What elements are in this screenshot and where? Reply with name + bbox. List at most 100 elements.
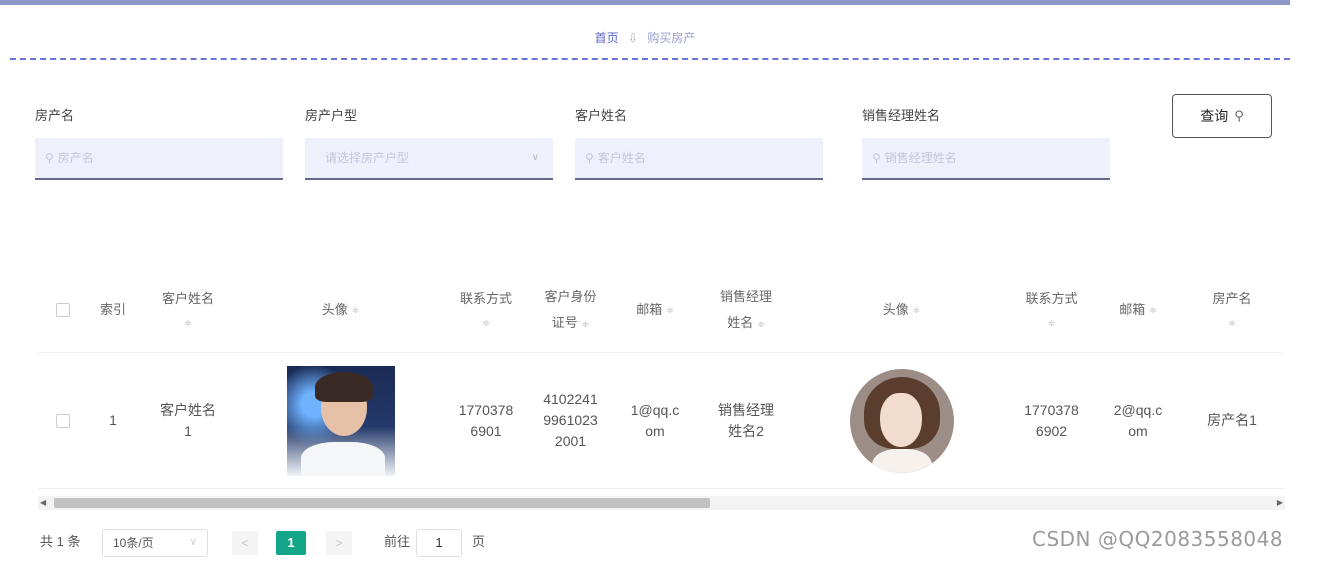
header-property-name[interactable]: 房产名 ≑ [1182, 267, 1282, 352]
select-all-checkbox[interactable] [56, 302, 70, 317]
search-field-manager: 销售经理姓名 ⚲ 销售经理姓名 [862, 104, 1110, 180]
search-icon: ⚲ [1234, 108, 1244, 123]
query-button-label: 查询 [1200, 108, 1229, 124]
sort-icon[interactable]: ≑ [582, 319, 590, 329]
column-manager-name: 销售经理 姓名 ≑ 销售经理 姓名2 [698, 267, 794, 488]
page-unit-label: 页 [472, 534, 486, 549]
header-index-label: 索引 [99, 301, 126, 317]
sort-icon[interactable]: ≑ [757, 319, 765, 329]
cell-customer-name-line1: 客户姓名 [160, 401, 216, 418]
header-email-2[interactable]: 邮箱 ≑ [1094, 267, 1182, 352]
search-field-house-type: 房产户型 请选择房产户型 ∨ [305, 104, 553, 180]
column-phone: 联系方式 ≑ 1770378 6901 [443, 267, 529, 488]
next-page-icon[interactable]: > [326, 531, 352, 555]
header-id-number[interactable]: 客户身份证号 ≑ [529, 267, 612, 352]
cell-phone-line1: 1770378 [458, 401, 514, 418]
cell-phone-2-line1: 1770378 [1024, 401, 1079, 418]
breadcrumb: 首页 ⇩ 购买房产 [0, 24, 1290, 52]
cell-property-name: 房产名1 [1207, 412, 1257, 428]
search-icon: ⚲ [585, 151, 594, 165]
customer-name-placeholder: 客户姓名 [597, 151, 646, 165]
cell-manager-line2: 姓名2 [728, 422, 764, 439]
breadcrumb-separator-icon: ⇩ [627, 31, 639, 45]
top-bar [0, 0, 1290, 5]
watermark: CSDN @QQ2083558048 [1032, 527, 1284, 551]
manager-avatar-image [849, 368, 954, 473]
column-id-number: 客户身份证号 ≑ 4102241 9961023 2001 [529, 267, 612, 488]
cell-email-line1: 1@qq.c [630, 401, 680, 418]
sort-icon[interactable]: ≑ [666, 299, 674, 321]
cell-id-line3: 2001 [554, 433, 587, 449]
header-phone[interactable]: 联系方式 ≑ [443, 267, 529, 352]
manager-name-label: 销售经理姓名 [862, 108, 941, 123]
header-avatar-label: 头像 [321, 301, 348, 317]
cell-email-line2: om [645, 422, 665, 439]
sort-icon[interactable]: ≑ [460, 312, 512, 334]
sort-icon[interactable]: ≑ [913, 299, 921, 321]
search-form: 房产名 ⚲ 房产名 房产户型 请选择房产户型 ∨ 客户姓名 ⚲ 客户姓名 销售经理姓… [35, 104, 1285, 184]
sort-icon[interactable]: ≑ [162, 312, 214, 334]
goto-label: 前往 [384, 534, 411, 549]
prev-page-icon[interactable]: < [232, 531, 258, 555]
search-field-property: 房产名 ⚲ 房产名 [35, 104, 283, 180]
row-checkbox[interactable] [56, 413, 70, 428]
sort-icon[interactable]: ≑ [1149, 299, 1157, 321]
horizontal-scrollbar[interactable]: ◀ ▶ [38, 496, 1285, 510]
cell-email-2-line2: om [1128, 422, 1148, 439]
cell-email-2-line1: 2@qq.c [1113, 401, 1163, 418]
breadcrumb-current: 购买房产 [647, 31, 696, 45]
query-button[interactable]: 查询 ⚲ [1172, 94, 1272, 138]
scrollbar-thumb[interactable] [54, 498, 710, 508]
column-email-2: 邮箱 ≑ 2@qq.c om [1094, 267, 1182, 488]
header-property-label: 房产名 [1212, 290, 1252, 306]
header-avatar-2[interactable]: 头像 ≑ [794, 267, 1009, 352]
cell-customer-name: 客户姓名 1 [138, 352, 238, 488]
header-customer-name-label: 客户姓名 [161, 290, 214, 306]
header-manager-line2: 姓名 [727, 314, 754, 330]
customer-name-input[interactable]: ⚲ 客户姓名 [575, 138, 823, 180]
cell-email: 1@qq.c om [612, 352, 698, 488]
header-id-line1: 客户身份 [544, 288, 597, 304]
header-id-line2: 证号 [551, 314, 578, 330]
sort-icon[interactable]: ≑ [352, 299, 360, 321]
goto-page-input[interactable]: 1 [416, 529, 462, 557]
header-customer-name[interactable]: 客户姓名 ≑ [138, 267, 238, 352]
column-property-name: 房产名 ≑ 房产名1 [1182, 267, 1282, 488]
header-phone-2-label: 联系方式 [1025, 290, 1078, 306]
page-size-select[interactable]: 10条/页 ∨ [102, 529, 208, 557]
cell-phone-2: 1770378 6902 [1009, 352, 1094, 488]
scroll-right-icon[interactable]: ▶ [1277, 496, 1283, 510]
cell-manager-name: 销售经理姓名2 [698, 352, 794, 488]
header-manager-name[interactable]: 销售经理 姓名 ≑ [698, 267, 794, 352]
pagination: 共 1 条 10条/页 ∨ < 1 > 前往 1 页 [40, 527, 640, 557]
cell-email-2: 2@qq.c om [1094, 352, 1182, 488]
sort-icon[interactable]: ≑ [1212, 312, 1251, 334]
header-avatar[interactable]: 头像 ≑ [238, 267, 443, 352]
property-name-input[interactable]: ⚲ 房产名 [35, 138, 283, 180]
cell-id-line1: 4102241 [543, 391, 598, 407]
house-type-placeholder: 请选择房产户型 [325, 151, 410, 165]
manager-name-placeholder: 销售经理姓名 [884, 151, 957, 165]
breadcrumb-home[interactable]: 首页 [595, 31, 619, 45]
column-avatar: 头像 ≑ [238, 267, 443, 488]
customer-name-label: 客户姓名 [575, 108, 628, 123]
header-index[interactable]: 索引 [88, 267, 138, 352]
data-table: 索引 1 客户姓名 ≑ 客户姓名 1 头像 ≑ 联系方式 ≑ 1770378 6… [38, 267, 1285, 489]
cell-id-line2: 9961023 [543, 412, 598, 428]
property-name-label: 房产名 [35, 108, 75, 123]
manager-name-input[interactable]: ⚲ 销售经理姓名 [862, 138, 1110, 180]
column-avatar-2: 头像 ≑ [794, 267, 1009, 488]
search-icon: ⚲ [45, 151, 54, 165]
sort-icon[interactable]: ≑ [1025, 312, 1077, 334]
column-index: 索引 1 [88, 267, 138, 488]
page-number-current[interactable]: 1 [276, 531, 306, 555]
header-email[interactable]: 邮箱 ≑ [612, 267, 698, 352]
header-phone-2[interactable]: 联系方式 ≑ [1009, 267, 1094, 352]
scroll-left-icon[interactable]: ◀ [40, 496, 46, 510]
property-name-placeholder: 房产名 [57, 151, 94, 165]
chevron-down-icon: ∨ [189, 537, 197, 548]
cell-manager-line1: 销售经理 [718, 401, 774, 418]
search-field-customer: 客户姓名 ⚲ 客户姓名 [575, 104, 823, 180]
house-type-select[interactable]: 请选择房产户型 ∨ [305, 138, 553, 180]
customer-avatar-image [286, 365, 395, 476]
